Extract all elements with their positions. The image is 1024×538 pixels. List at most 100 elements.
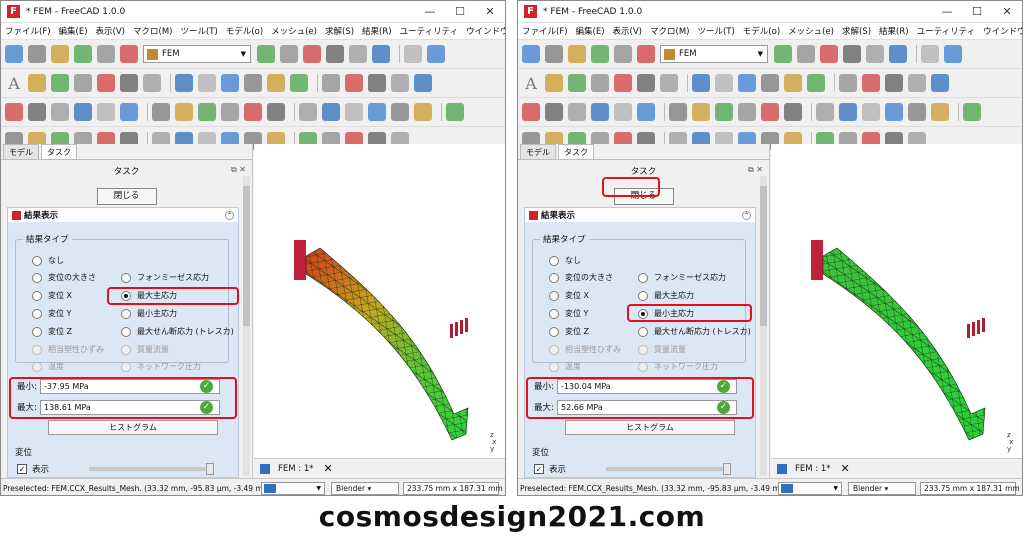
- toolbar-tool-icon[interactable]: [267, 74, 285, 92]
- toolbar-tool-icon[interactable]: [5, 103, 23, 121]
- toolbar-tool-icon[interactable]: [368, 74, 386, 92]
- panel-scrollbar[interactable]: [760, 176, 767, 476]
- toolbar-tool-icon[interactable]: [614, 103, 632, 121]
- toolbar-tool-icon[interactable]: [299, 103, 317, 121]
- toolbar-tool-icon[interactable]: [257, 45, 275, 63]
- result-type-radio[interactable]: フォンミーゼス応力: [121, 272, 209, 283]
- toolbar-tool-icon[interactable]: [97, 45, 115, 63]
- draw-style-selector[interactable]: ▼: [261, 481, 325, 495]
- toolbar-tool-icon[interactable]: [391, 103, 409, 121]
- toolbar-tool-icon[interactable]: [660, 74, 678, 92]
- menu-item[interactable]: 求解(S): [842, 25, 871, 37]
- toolbar-tool-icon[interactable]: [120, 45, 138, 63]
- menu-item[interactable]: ユーティリティ: [400, 25, 458, 37]
- toolbar-tool-icon[interactable]: [414, 74, 432, 92]
- result-type-radio[interactable]: 変位 Y: [32, 308, 71, 319]
- scrollbar-thumb[interactable]: [760, 186, 767, 326]
- text-tool-icon[interactable]: A: [522, 74, 540, 93]
- toolbar-tool-icon[interactable]: [591, 45, 609, 63]
- dimension-display[interactable]: 233.75 mm x 187.31 mm ▾: [920, 481, 1020, 495]
- toolbar-tool-icon[interactable]: [545, 74, 563, 92]
- toolbar-tool-icon[interactable]: [862, 103, 880, 121]
- result-type-radio[interactable]: なし: [549, 255, 581, 266]
- result-type-radio[interactable]: なし: [32, 255, 64, 266]
- close-icon[interactable]: ✕: [475, 1, 505, 23]
- histogram-button[interactable]: ヒストグラム: [48, 420, 218, 435]
- toolbar-tool-icon[interactable]: [963, 103, 981, 121]
- toolbar-tool-icon[interactable]: [614, 74, 632, 92]
- document-tab[interactable]: FEM : 1* ✕: [254, 458, 505, 478]
- result-type-radio[interactable]: 最大せん断応力 (トレスカ): [121, 326, 234, 337]
- toolbar-tool-icon[interactable]: [637, 45, 655, 63]
- show-checkbox[interactable]: ✓: [534, 464, 544, 474]
- menu-item[interactable]: 表示(V): [96, 25, 125, 37]
- toolbar-tool-icon[interactable]: [774, 45, 792, 63]
- result-type-radio[interactable]: 変位 X: [32, 290, 72, 301]
- toolbar-tool-icon[interactable]: [522, 103, 540, 121]
- toolbar-tool-icon[interactable]: [175, 103, 193, 121]
- toolbar-tool-icon[interactable]: [120, 74, 138, 92]
- max-value-field[interactable]: 52.66 MPa ✓: [557, 400, 737, 415]
- menu-item[interactable]: メッシュ(e): [788, 25, 834, 37]
- toolbar-tool-icon[interactable]: [446, 103, 464, 121]
- toolbar-tool-icon[interactable]: [404, 45, 422, 63]
- text-tool-icon[interactable]: A: [5, 74, 23, 93]
- toolbar-tool-icon[interactable]: [97, 74, 115, 92]
- dimension-display[interactable]: 233.75 mm x 187.31 mm ▾: [403, 481, 503, 495]
- toolbar-tool-icon[interactable]: [816, 103, 834, 121]
- menu-item[interactable]: 結果(R): [879, 25, 909, 37]
- toolbar-tool-icon[interactable]: [28, 45, 46, 63]
- toolbar-tool-icon[interactable]: [280, 45, 298, 63]
- toolbar-tool-icon[interactable]: [5, 45, 23, 63]
- toolbar-tool-icon[interactable]: [761, 103, 779, 121]
- toolbar-tool-icon[interactable]: [345, 103, 363, 121]
- menu-item[interactable]: 編集(E): [576, 25, 605, 37]
- panel-scrollbar[interactable]: [243, 176, 250, 476]
- menu-item[interactable]: 編集(E): [59, 25, 88, 37]
- toolbar-tool-icon[interactable]: [885, 74, 903, 92]
- toolbar-tool-icon[interactable]: [198, 103, 216, 121]
- toolbar-tool-icon[interactable]: [368, 103, 386, 121]
- toolbar-tool-icon[interactable]: [637, 74, 655, 92]
- toolbar-tool-icon[interactable]: [591, 74, 609, 92]
- maximize-icon[interactable]: ☐: [445, 1, 475, 23]
- toolbar-tool-icon[interactable]: [326, 45, 344, 63]
- tab-tasks[interactable]: タスク: [558, 144, 594, 159]
- navigation-style-selector[interactable]: Blender ▾: [848, 481, 916, 495]
- close-button[interactable]: 閉じる: [613, 188, 674, 205]
- close-icon[interactable]: ✕: [992, 1, 1022, 23]
- toolbar-tool-icon[interactable]: [303, 45, 321, 63]
- result-type-radio[interactable]: 変位の大きさ: [32, 272, 96, 283]
- result-type-radio[interactable]: フォンミーゼス応力: [638, 272, 726, 283]
- menu-item[interactable]: マクロ(M): [650, 25, 689, 37]
- result-type-radio[interactable]: 変位 Y: [549, 308, 588, 319]
- tab-model[interactable]: モデル: [3, 144, 39, 159]
- displacement-slider[interactable]: [606, 463, 732, 475]
- toolbar-tool-icon[interactable]: [568, 45, 586, 63]
- toolbar-tool-icon[interactable]: [908, 103, 926, 121]
- toolbar-tool-icon[interactable]: [669, 103, 687, 121]
- panel-float-icon[interactable]: ⧉ ✕: [231, 165, 246, 175]
- toolbar-tool-icon[interactable]: [28, 103, 46, 121]
- menu-item[interactable]: ウインドウ(W): [983, 25, 1022, 37]
- toolbar-tool-icon[interactable]: [143, 74, 161, 92]
- navigation-style-selector[interactable]: Blender ▾: [331, 481, 399, 495]
- max-value-field[interactable]: 138.61 MPa ✓: [40, 400, 220, 415]
- 3d-view[interactable]: z xy: [254, 144, 505, 458]
- toolbar-tool-icon[interactable]: [74, 45, 92, 63]
- toolbar-tool-icon[interactable]: [391, 74, 409, 92]
- workbench-selector[interactable]: FEM ▼: [660, 45, 768, 63]
- toolbar-tool-icon[interactable]: [545, 45, 563, 63]
- toolbar-tool-icon[interactable]: [862, 74, 880, 92]
- toolbar-tool-icon[interactable]: [74, 74, 92, 92]
- collapse-icon[interactable]: ⌃: [225, 210, 234, 220]
- toolbar-tool-icon[interactable]: [715, 103, 733, 121]
- toolbar-tool-icon[interactable]: [97, 103, 115, 121]
- toolbar-tool-icon[interactable]: [839, 74, 857, 92]
- toolbar-tool-icon[interactable]: [738, 74, 756, 92]
- scrollbar-thumb[interactable]: [243, 186, 250, 326]
- tab-model[interactable]: モデル: [520, 144, 556, 159]
- menu-item[interactable]: ツール(T): [180, 25, 217, 37]
- slider-handle[interactable]: [723, 463, 732, 475]
- menu-item[interactable]: メッシュ(e): [271, 25, 317, 37]
